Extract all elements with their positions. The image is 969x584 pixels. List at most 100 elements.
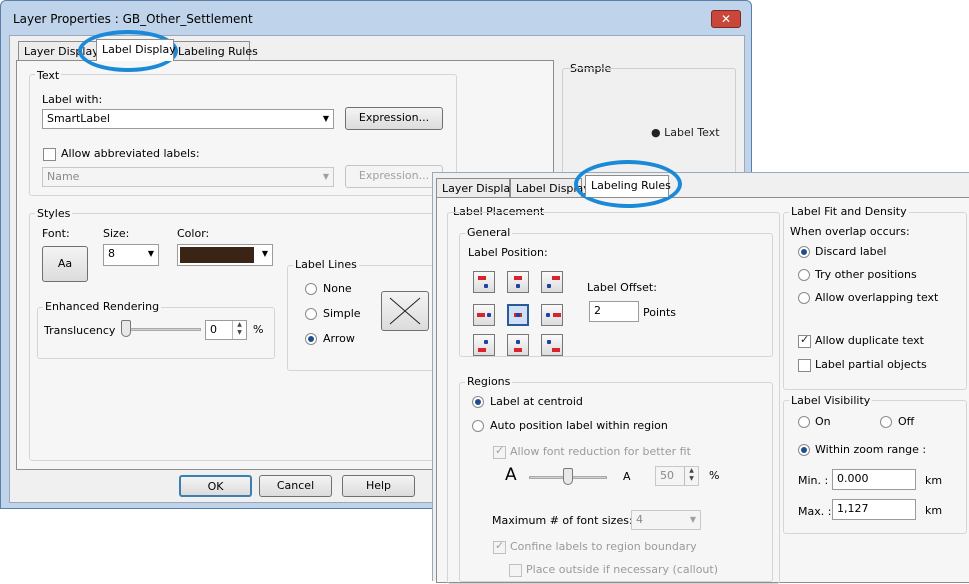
position-middle-left[interactable] <box>473 304 495 326</box>
position-top-right[interactable] <box>541 271 563 293</box>
point-icon <box>547 340 551 344</box>
position-bottom-left[interactable] <box>473 334 495 356</box>
discard-label-radio[interactable] <box>798 246 810 258</box>
color-select[interactable]: ▼ <box>177 244 273 266</box>
window-title: Layer Properties : GB_Other_Settlement <box>13 12 253 26</box>
allow-abbreviated-checkbox[interactable] <box>43 148 56 161</box>
sample-text: ● Label Text <box>651 126 720 139</box>
general-title: General <box>465 226 513 239</box>
label-at-centroid-radio[interactable] <box>472 396 484 408</box>
point-icon <box>516 313 520 317</box>
line-style-button[interactable] <box>381 291 429 331</box>
max-font-sizes-value: 4 <box>636 513 643 526</box>
position-bottom-right[interactable] <box>541 334 563 356</box>
chevron-down-icon: ▼ <box>689 515 696 524</box>
point-icon <box>546 313 550 317</box>
sample-label-text: Label Text <box>664 126 720 139</box>
max-font-sizes-select[interactable]: 4 ▼ <box>631 510 701 530</box>
cancel-button[interactable]: Cancel <box>259 475 332 497</box>
chevron-down-icon: ▼ <box>322 114 329 123</box>
point-icon <box>484 284 488 288</box>
position-center[interactable] <box>507 304 529 326</box>
label-lines-arrow-label: Arrow <box>323 332 355 345</box>
tab-labeling-rules[interactable]: Labeling Rules <box>172 41 258 61</box>
font-reduction-input[interactable]: 50 ▲ ▼ <box>655 466 699 486</box>
label-lines-arrow-radio[interactable] <box>305 333 317 345</box>
size-select[interactable]: 8 ▼ <box>103 244 159 266</box>
visibility-off-label: Off <box>898 415 915 428</box>
translucency-percent: % <box>253 323 264 336</box>
max-font-sizes-label: Maximum # of font sizes: <box>492 514 633 527</box>
visibility-on-radio[interactable] <box>798 416 810 428</box>
label-at-centroid-label: Label at centroid <box>490 395 583 408</box>
translucency-slider-thumb[interactable] <box>121 320 131 337</box>
label-lines-none-radio[interactable] <box>305 283 317 295</box>
size-label: Size: <box>103 227 130 240</box>
marker-icon <box>552 276 560 280</box>
position-top-center[interactable] <box>507 271 529 293</box>
position-middle-right[interactable] <box>541 304 563 326</box>
max-zoom-label: Max. : <box>798 505 832 518</box>
expression-button[interactable]: Expression... <box>345 107 443 130</box>
marker-icon <box>514 276 522 280</box>
abbreviation-field-select[interactable]: Name ▼ <box>42 167 334 187</box>
label-with-value: SmartLabel <box>47 112 110 125</box>
tab-label-display[interactable]: Label Display <box>96 39 176 61</box>
point-icon <box>547 284 551 288</box>
within-zoom-radio[interactable] <box>798 444 810 456</box>
styles-group-title: Styles <box>35 207 73 220</box>
label-offset-input[interactable]: 2 <box>589 301 639 322</box>
allow-font-reduction-checkbox[interactable] <box>493 444 506 459</box>
visibility-on-label: On <box>815 415 831 428</box>
font-reduction-value: 50 <box>660 469 674 482</box>
marker-icon <box>477 313 485 317</box>
font-reduction-slider-thumb[interactable] <box>563 468 573 485</box>
place-outside-checkbox[interactable] <box>509 564 522 577</box>
point-icon <box>484 340 488 344</box>
label-lines-simple-radio[interactable] <box>305 308 317 320</box>
spinner-icon[interactable]: ▲ ▼ <box>684 467 698 485</box>
font-button[interactable]: Aa <box>42 246 88 282</box>
close-button[interactable]: ✕ <box>711 10 741 28</box>
rules-tab-layer-display[interactable]: Layer Display <box>436 178 517 198</box>
min-zoom-value: 0.000 <box>837 472 869 485</box>
allow-font-reduction-label: Allow font reduction for better fit <box>510 445 691 458</box>
label-lines-none-label: None <box>323 282 352 295</box>
position-top-left[interactable] <box>473 271 495 293</box>
rules-tab-label-display[interactable]: Label Display <box>510 178 590 198</box>
within-zoom-label: Within zoom range : <box>815 443 927 456</box>
font-label: Font: <box>42 227 70 240</box>
visibility-off-radio[interactable] <box>880 416 892 428</box>
label-partial-label: Label partial objects <box>815 358 927 371</box>
min-zoom-input[interactable]: 0.000 <box>832 469 916 490</box>
color-swatch <box>180 247 254 263</box>
spinner-icon[interactable]: ▲ ▼ <box>232 321 246 339</box>
confine-labels-checkbox[interactable] <box>493 539 506 554</box>
chevron-down-icon: ▼ <box>147 249 154 258</box>
confine-labels-label: Confine labels to region boundary <box>510 540 697 553</box>
max-zoom-input[interactable]: 1,127 <box>832 499 916 520</box>
point-icon <box>516 284 520 288</box>
point-icon <box>487 313 491 317</box>
big-a-label: A <box>505 465 517 485</box>
auto-position-radio[interactable] <box>472 420 484 432</box>
label-partial-checkbox[interactable] <box>798 359 811 372</box>
small-a-label: A <box>623 470 631 483</box>
label-with-select[interactable]: SmartLabel ▼ <box>42 109 334 129</box>
try-other-radio[interactable] <box>798 269 810 281</box>
translucency-input[interactable]: 0 ▲ ▼ <box>205 320 247 340</box>
allow-duplicate-checkbox[interactable] <box>798 333 811 348</box>
marker-icon <box>552 348 560 352</box>
label-offset-label: Label Offset: <box>587 281 657 294</box>
abbrev-expression-button[interactable]: Expression... <box>345 165 443 188</box>
rules-tab-labeling-rules[interactable]: Labeling Rules <box>585 175 671 197</box>
ok-button[interactable]: OK <box>179 475 252 497</box>
color-label: Color: <box>177 227 210 240</box>
try-other-label: Try other positions <box>815 268 917 281</box>
marker-icon <box>514 348 522 352</box>
labeling-rules-panel: Label Placement General Label Position: … <box>436 197 969 584</box>
help-button[interactable]: Help <box>342 475 415 497</box>
allow-overlap-radio[interactable] <box>798 292 810 304</box>
translucency-slider[interactable] <box>121 328 201 331</box>
position-bottom-center[interactable] <box>507 334 529 356</box>
